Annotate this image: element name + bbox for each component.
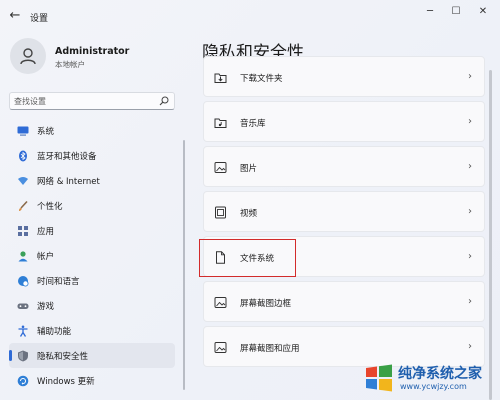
sidebar-item-bluetooth[interactable]: 蓝牙和其他设备 bbox=[9, 143, 175, 168]
sidebar-item-gaming[interactable]: 游戏 bbox=[9, 293, 175, 318]
picture-icon bbox=[214, 162, 227, 173]
maximize-button[interactable]: ☐ bbox=[442, 2, 470, 22]
minimize-button[interactable]: ─ bbox=[416, 2, 444, 22]
chevron-right-icon: › bbox=[468, 296, 472, 307]
brush-icon bbox=[19, 200, 28, 211]
sidebar-item-label: 隐私和安全性 bbox=[37, 351, 89, 362]
search-box[interactable] bbox=[9, 92, 175, 110]
chevron-right-icon: › bbox=[468, 116, 472, 127]
sidebar-item-label: Windows 更新 bbox=[37, 376, 95, 387]
gamepad-icon bbox=[17, 303, 29, 309]
accessibility-icon bbox=[18, 325, 28, 337]
chevron-right-icon: › bbox=[468, 71, 472, 82]
globe-clock-icon bbox=[18, 275, 29, 286]
download-folder-icon bbox=[214, 73, 227, 83]
chevron-right-icon: › bbox=[468, 251, 472, 262]
bluetooth-icon bbox=[19, 150, 27, 161]
settings-window: ← 设置 ─ ☐ ✕ Administrator 本地帐户 系统 bbox=[0, 0, 500, 400]
sidebar-item-label: 网络 & Internet bbox=[37, 176, 100, 187]
screenshot-apps-icon bbox=[214, 342, 227, 353]
list-item-screenshot-borders[interactable]: 屏幕截图边框 › bbox=[203, 281, 485, 322]
sidebar-item-network[interactable]: 网络 & Internet bbox=[9, 168, 175, 193]
list-item-pictures[interactable]: 图片 › bbox=[203, 146, 485, 187]
sidebar-item-label: 时间和语言 bbox=[37, 276, 80, 287]
watermark: 纯净系统之家 www.ycwjzy.com bbox=[360, 358, 500, 398]
screenshot-border-icon bbox=[214, 297, 227, 308]
row-label: 图片 bbox=[240, 164, 258, 174]
shield-icon bbox=[18, 350, 28, 361]
music-folder-icon bbox=[214, 118, 227, 128]
sidebar-nav: 系统 蓝牙和其他设备 网络 & Internet 个性化 应用 帐户 时间和语言… bbox=[9, 118, 175, 393]
sidebar-item-label: 蓝牙和其他设备 bbox=[37, 151, 97, 162]
highlight-annotation bbox=[199, 239, 296, 277]
row-label: 屏幕截图边框 bbox=[240, 299, 292, 309]
sidebar-item-apps[interactable]: 应用 bbox=[9, 218, 175, 243]
update-icon bbox=[17, 375, 29, 386]
main-scrollbar[interactable] bbox=[489, 70, 492, 400]
close-button[interactable]: ✕ bbox=[469, 2, 497, 22]
sidebar-item-accessibility[interactable]: 辅助功能 bbox=[9, 318, 175, 343]
chevron-right-icon: › bbox=[468, 161, 472, 172]
sidebar-item-windows-update[interactable]: Windows 更新 bbox=[9, 368, 175, 393]
row-label: 屏幕截图和应用 bbox=[240, 344, 300, 354]
row-label: 音乐库 bbox=[240, 119, 266, 129]
watermark-text: 纯净系统之家 bbox=[398, 366, 482, 382]
apps-icon bbox=[18, 225, 28, 236]
sidebar-item-label: 辅助功能 bbox=[37, 326, 72, 337]
sidebar-item-personalization[interactable]: 个性化 bbox=[9, 193, 175, 218]
chevron-right-icon: › bbox=[468, 341, 472, 352]
list-item-downloads-folder[interactable]: 下载文件夹 › bbox=[203, 56, 485, 97]
monitor-icon bbox=[17, 126, 29, 136]
search-icon[interactable] bbox=[158, 95, 170, 107]
sidebar-item-label: 游戏 bbox=[37, 301, 55, 312]
video-icon bbox=[215, 206, 226, 219]
list-item-videos[interactable]: 视频 › bbox=[203, 191, 485, 232]
avatar[interactable] bbox=[10, 38, 46, 74]
row-label: 视频 bbox=[240, 209, 258, 219]
sidebar-item-label: 系统 bbox=[37, 126, 55, 137]
search-input[interactable] bbox=[14, 94, 154, 108]
row-label: 下载文件夹 bbox=[240, 74, 283, 84]
sidebar-item-label: 应用 bbox=[37, 226, 55, 237]
sidebar-item-label: 帐户 bbox=[37, 251, 55, 262]
title-bar: ← 设置 ─ ☐ ✕ bbox=[0, 0, 500, 34]
back-button[interactable]: ← bbox=[6, 7, 24, 25]
sidebar-item-accounts[interactable]: 帐户 bbox=[9, 243, 175, 268]
sidebar-item-label: 个性化 bbox=[37, 201, 63, 212]
sidebar-item-privacy-security[interactable]: 隐私和安全性 bbox=[9, 343, 175, 368]
chevron-right-icon: › bbox=[468, 206, 472, 217]
app-title: 设置 bbox=[30, 14, 49, 24]
user-name: Administrator bbox=[55, 46, 130, 57]
sidebar-scrollbar[interactable] bbox=[183, 140, 185, 390]
sidebar-item-time-language[interactable]: 时间和语言 bbox=[9, 268, 175, 293]
wifi-icon bbox=[18, 176, 28, 185]
account-type: 本地帐户 bbox=[55, 60, 85, 69]
watermark-url: www.ycwjzy.com bbox=[400, 382, 467, 391]
sidebar-item-system[interactable]: 系统 bbox=[9, 118, 175, 143]
list-item-music-library[interactable]: 音乐库 › bbox=[203, 101, 485, 142]
person-icon bbox=[20, 48, 36, 65]
person-icon bbox=[18, 250, 28, 261]
windows-logo-icon bbox=[366, 364, 392, 392]
